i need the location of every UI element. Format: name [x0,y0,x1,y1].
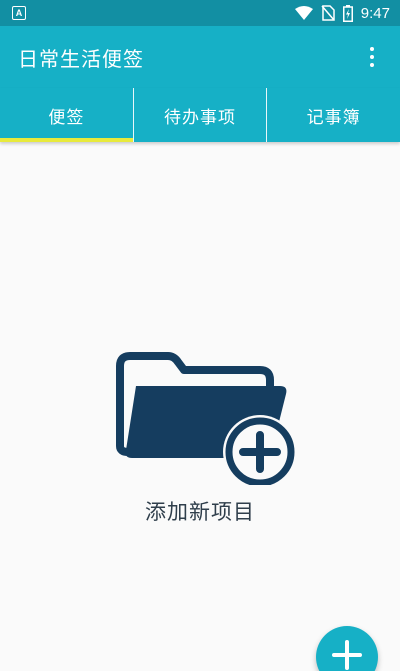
battery-charging-icon [342,4,353,22]
app-title: 日常生活便签 [18,46,144,71]
tab-label: 待办事项 [164,107,236,128]
app-bar: 日常生活便签 [0,26,400,88]
empty-state: 添加新项目 [0,142,400,671]
tab-label: 便签 [48,107,85,128]
tab-todo[interactable]: 待办事项 [132,88,267,142]
more-vert-icon[interactable] [360,37,384,77]
tab-label: 记事簿 [306,107,361,128]
tab-notebook[interactable]: 记事簿 [266,88,400,142]
folder-add-icon[interactable] [110,340,300,485]
status-time: 9:47 [360,4,390,22]
wifi-icon [294,6,313,20]
empty-state-label[interactable]: 添加新项目 [0,496,400,526]
plus-icon [332,640,362,670]
tab-bar: 便签 待办事项 记事簿 [0,88,400,142]
no-sim-icon [321,5,335,21]
tab-notes[interactable]: 便签 [0,88,133,142]
status-bar: A 9:47 [0,0,400,26]
notification-a-icon: A [12,6,26,20]
